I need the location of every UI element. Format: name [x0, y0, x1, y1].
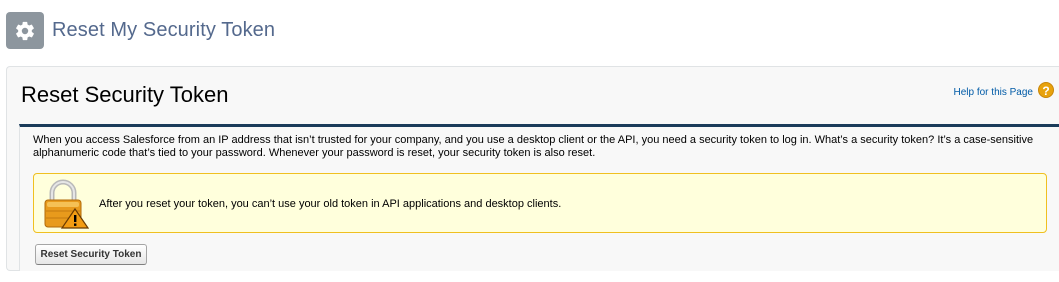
lock-warning-icon [44, 179, 89, 229]
intro-text: When you access Salesforce from an IP ad… [33, 134, 1034, 159]
page-header: Reset My Security Token [0, 0, 1059, 62]
gear-icon [6, 12, 44, 49]
page-title: Reset My Security Token [52, 19, 276, 41]
content-box: When you access Salesforce from an IP ad… [19, 124, 1059, 271]
warning-box: After you reset your token, you can’t us… [33, 173, 1047, 233]
reset-token-panel: Reset Security Token Help for this Page … [6, 66, 1059, 271]
help-icon[interactable]: ? [1038, 82, 1054, 98]
reset-security-token-button[interactable]: Reset Security Token [35, 244, 147, 265]
section-title: Reset Security Token [21, 82, 229, 107]
help-link[interactable]: Help for this Page [954, 87, 1034, 98]
warning-text: After you reset your token, you can’t us… [99, 198, 562, 210]
